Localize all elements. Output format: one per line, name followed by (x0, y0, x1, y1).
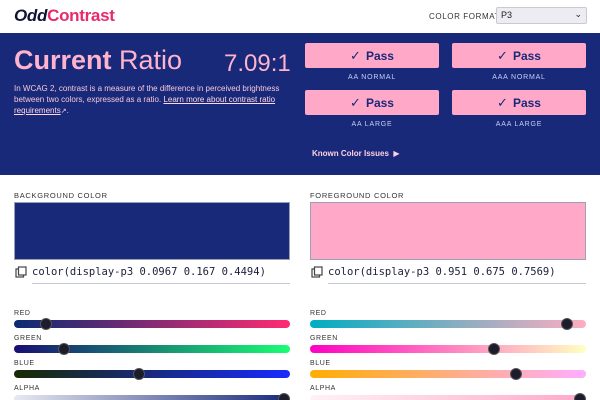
aaa-large-caption: AAA LARGE (495, 121, 543, 128)
background-color-swatch[interactable] (14, 202, 290, 260)
ratio-title: Current Ratio (14, 45, 182, 76)
foreground-blue-label: BLUE (310, 360, 331, 367)
foreground-green-label: GREEN (310, 335, 338, 342)
aa-large-result[interactable]: ✓ Pass (305, 90, 439, 115)
ratio-description: In WCAG 2, contrast is a measure of the … (14, 84, 280, 115)
aa-normal-label: Pass (365, 48, 394, 63)
aaa-normal-caption: AAA NORMAL (492, 74, 546, 81)
external-link-icon: ↗ (60, 108, 67, 115)
known-color-issues-label: Known Color Issues (312, 149, 389, 158)
background-green-thumb[interactable] (58, 343, 71, 355)
background-alpha-thumb[interactable] (278, 393, 290, 400)
chevron-down-icon: ⌄ (574, 9, 582, 19)
top-bar: OddContrast COLOR FORMAT P3 ⌄ (0, 0, 600, 33)
logo[interactable]: OddContrast (14, 6, 115, 26)
check-icon: ✓ (497, 47, 508, 63)
background-green-label: GREEN (14, 335, 42, 342)
foreground-blue-thumb[interactable] (509, 368, 522, 380)
foreground-red-track[interactable] (310, 320, 586, 328)
background-color-title: BACKGROUND COLOR (14, 191, 108, 200)
logo-odd: Odd (14, 6, 48, 25)
logo-contrast: Contrast (47, 6, 115, 25)
foreground-red-label: RED (310, 310, 327, 317)
foreground-alpha-track[interactable] (310, 395, 586, 400)
aaa-normal-label: Pass (512, 48, 541, 63)
foreground-color-title: FOREGROUND COLOR (310, 191, 405, 200)
background-blue-label: BLUE (14, 360, 35, 367)
aa-large-caption: AA LARGE (351, 121, 393, 128)
foreground-blue-track[interactable] (310, 370, 586, 378)
background-green-track[interactable] (14, 345, 290, 353)
copy-icon[interactable] (15, 266, 27, 278)
background-red-thumb[interactable] (39, 318, 52, 330)
check-icon: ✓ (350, 47, 361, 63)
aaa-normal-result[interactable]: ✓ Pass (452, 43, 586, 68)
background-alpha-track[interactable] (14, 395, 290, 400)
background-color-value[interactable]: color(display-p3 0.0967 0.167 0.4494) (32, 266, 266, 278)
color-format-select[interactable]: P3 ⌄ (496, 7, 587, 24)
copy-icon[interactable] (311, 266, 323, 278)
known-color-issues-button[interactable]: Known Color Issues ▶ (312, 149, 400, 158)
ratio-title-rest: Ratio (111, 45, 183, 75)
ratio-panel: Current Ratio 7.09:1 In WCAG 2, contrast… (0, 33, 600, 175)
foreground-color-value[interactable]: color(display-p3 0.951 0.675 0.7569) (328, 266, 556, 278)
color-format-value: P3 (501, 10, 513, 20)
aa-large-label: Pass (365, 95, 394, 110)
check-icon: ✓ (350, 94, 361, 110)
contrast-ratio-value: 7.09:1 (224, 50, 291, 77)
background-red-label: RED (14, 310, 31, 317)
foreground-alpha-thumb[interactable] (574, 393, 586, 400)
foreground-value-underline (328, 283, 586, 284)
foreground-green-thumb[interactable] (488, 343, 501, 355)
color-format-label: COLOR FORMAT (429, 12, 501, 21)
aaa-large-result[interactable]: ✓ Pass (452, 90, 586, 115)
aa-normal-result[interactable]: ✓ Pass (305, 43, 439, 68)
foreground-alpha-label: ALPHA (310, 385, 336, 392)
ratio-title-bold: Current (14, 45, 112, 75)
foreground-red-thumb[interactable] (561, 318, 574, 330)
background-red-track[interactable] (14, 320, 290, 328)
background-blue-thumb[interactable] (132, 368, 145, 380)
check-icon: ✓ (497, 94, 508, 110)
background-value-underline (32, 283, 290, 284)
background-blue-track[interactable] (14, 370, 290, 378)
triangle-right-icon: ▶ (391, 149, 400, 158)
foreground-green-track[interactable] (310, 345, 586, 353)
background-alpha-label: ALPHA (14, 385, 40, 392)
aaa-large-label: Pass (512, 95, 541, 110)
aa-normal-caption: AA NORMAL (347, 74, 397, 81)
foreground-color-swatch[interactable] (310, 202, 586, 260)
